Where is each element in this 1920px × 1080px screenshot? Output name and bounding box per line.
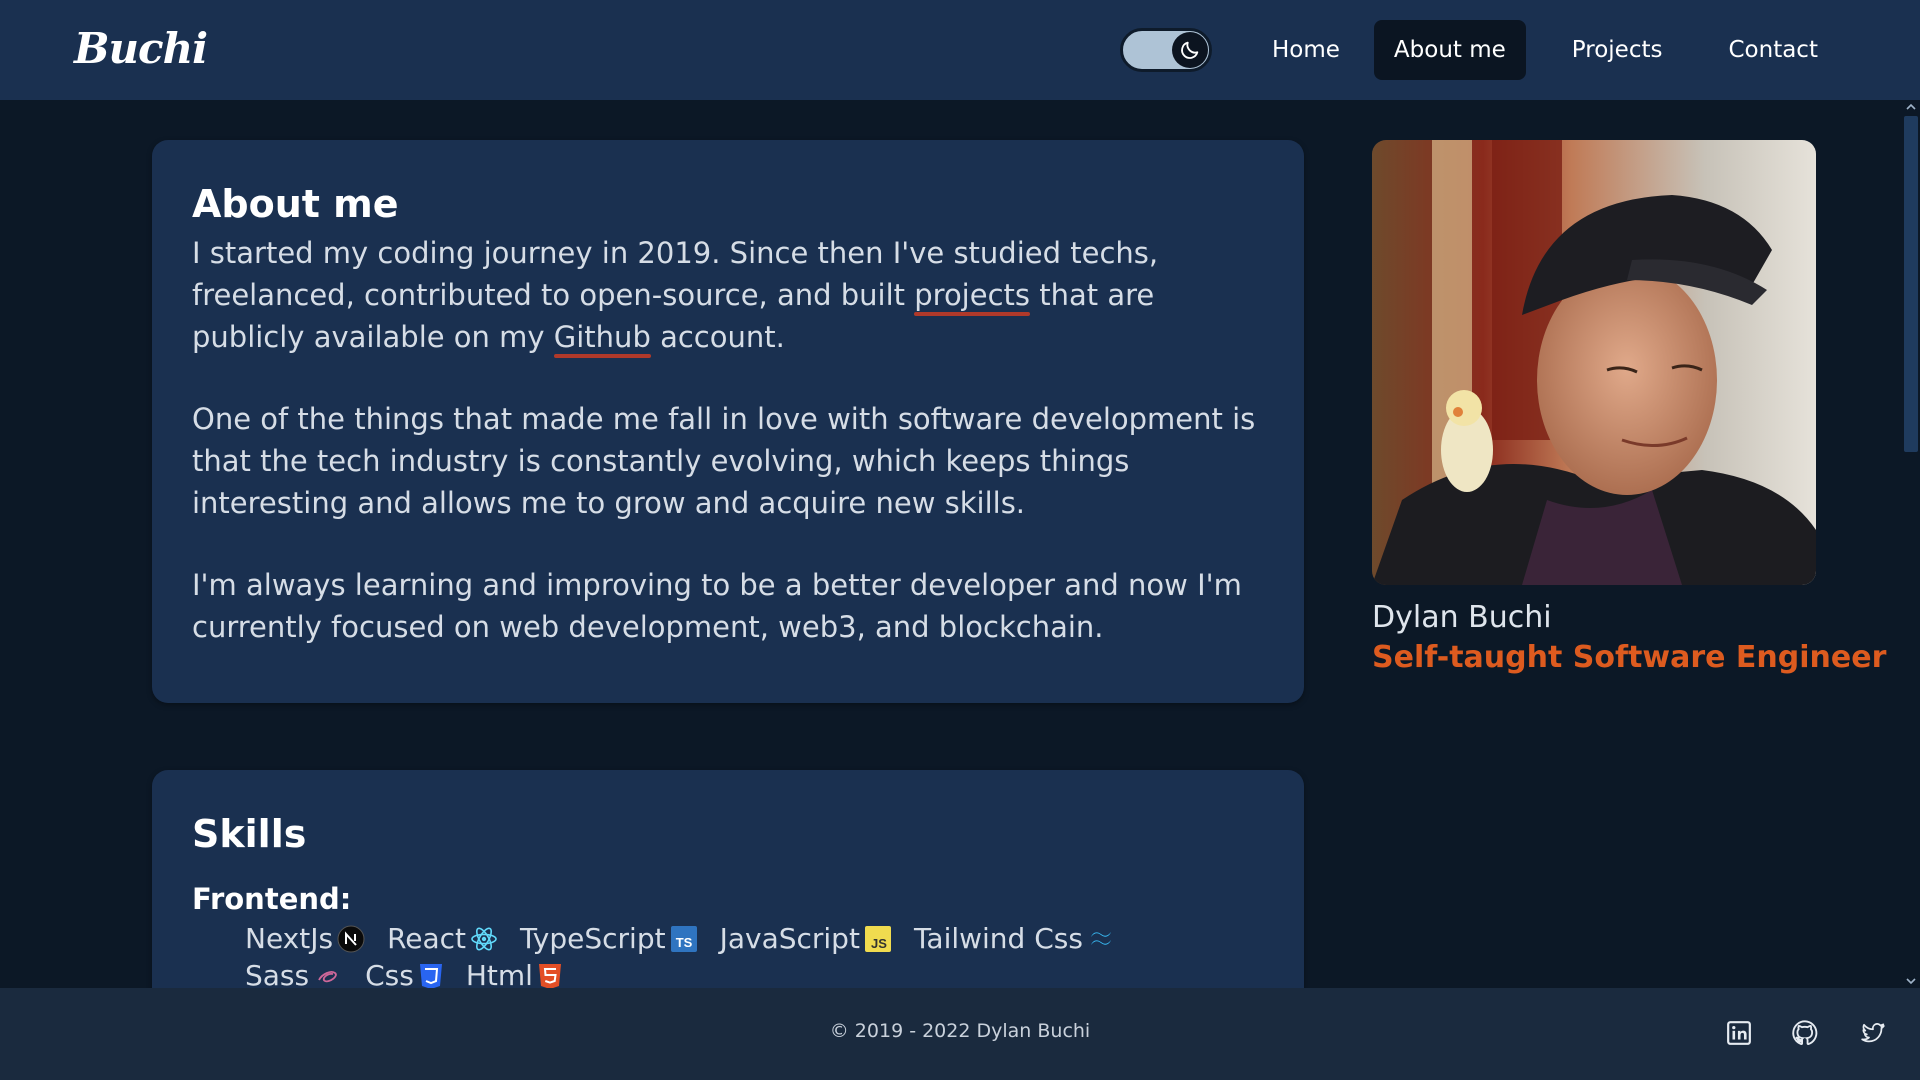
linkedin-icon[interactable]	[1724, 1018, 1754, 1048]
html5-icon	[537, 962, 563, 990]
about-paragraph-1: I started my coding journey in 2019. Sin…	[192, 232, 1264, 358]
top-navbar: Buchi Home About me Projects Contact	[0, 0, 1920, 100]
github-link[interactable]: Github	[554, 320, 651, 354]
brand-logo[interactable]: Buchi	[74, 24, 208, 73]
main-nav: Home About me Projects Contact	[1252, 20, 1838, 80]
about-card: About me I started my coding journey in …	[152, 140, 1304, 703]
scrollbar-thumb[interactable]	[1904, 116, 1918, 452]
projects-link[interactable]: projects	[914, 278, 1030, 312]
skill-name: JavaScript	[719, 922, 860, 955]
svg-text:TS: TS	[675, 935, 692, 950]
svg-text:JS: JS	[871, 936, 887, 951]
profile-photo	[1372, 140, 1816, 585]
javascript-icon: JS	[864, 925, 892, 953]
skill-name: Tailwind Css	[913, 922, 1083, 955]
skill-item: Tailwind Css	[914, 920, 1117, 957]
tailwind-icon	[1087, 925, 1117, 953]
skill-name: NextJs	[245, 922, 334, 955]
scroll-down-arrow-icon[interactable]	[1902, 974, 1920, 988]
moon-icon	[1172, 32, 1208, 68]
nextjs-icon	[337, 925, 365, 953]
skill-item: TypeScript TS	[520, 920, 698, 957]
about-text: account.	[650, 320, 785, 354]
about-title: About me	[192, 182, 399, 226]
skills-title: Skills	[192, 812, 307, 856]
theme-toggle[interactable]	[1120, 28, 1212, 72]
frontend-label: Frontend:	[192, 882, 352, 916]
about-paragraph-2: One of the things that made me fall in l…	[192, 402, 1256, 520]
profile-name: Dylan Buchi	[1372, 600, 1552, 635]
twitter-icon[interactable]	[1858, 1018, 1888, 1048]
typescript-icon: TS	[670, 925, 698, 953]
sass-icon	[313, 962, 343, 990]
page-scrollbar[interactable]	[1902, 100, 1920, 988]
nav-contact[interactable]: Contact	[1708, 20, 1837, 80]
github-icon[interactable]	[1790, 1018, 1820, 1048]
react-icon	[470, 925, 498, 953]
nav-about-me[interactable]: About me	[1373, 20, 1526, 80]
footer: © 2019 - 2022 Dylan Buchi	[0, 988, 1920, 1080]
skill-item: NextJs	[245, 920, 365, 957]
nav-projects[interactable]: Projects	[1552, 20, 1683, 80]
skill-name: React	[387, 922, 467, 955]
frontend-skills-list: NextJs React TypeScript TS JavaScript JS…	[192, 920, 1192, 994]
profile-role: Self-taught Software Engineer	[1372, 640, 1887, 675]
skill-item: React	[387, 920, 498, 957]
nav-home[interactable]: Home	[1252, 20, 1360, 80]
skill-name: TypeScript	[520, 922, 666, 955]
copyright-text: © 2019 - 2022 Dylan Buchi	[829, 1020, 1091, 1042]
scroll-up-arrow-icon[interactable]	[1902, 100, 1920, 114]
about-paragraph-3: I'm always learning and improving to be …	[192, 568, 1242, 644]
skill-item: JavaScript JS	[720, 920, 892, 957]
css3-icon	[418, 962, 444, 990]
